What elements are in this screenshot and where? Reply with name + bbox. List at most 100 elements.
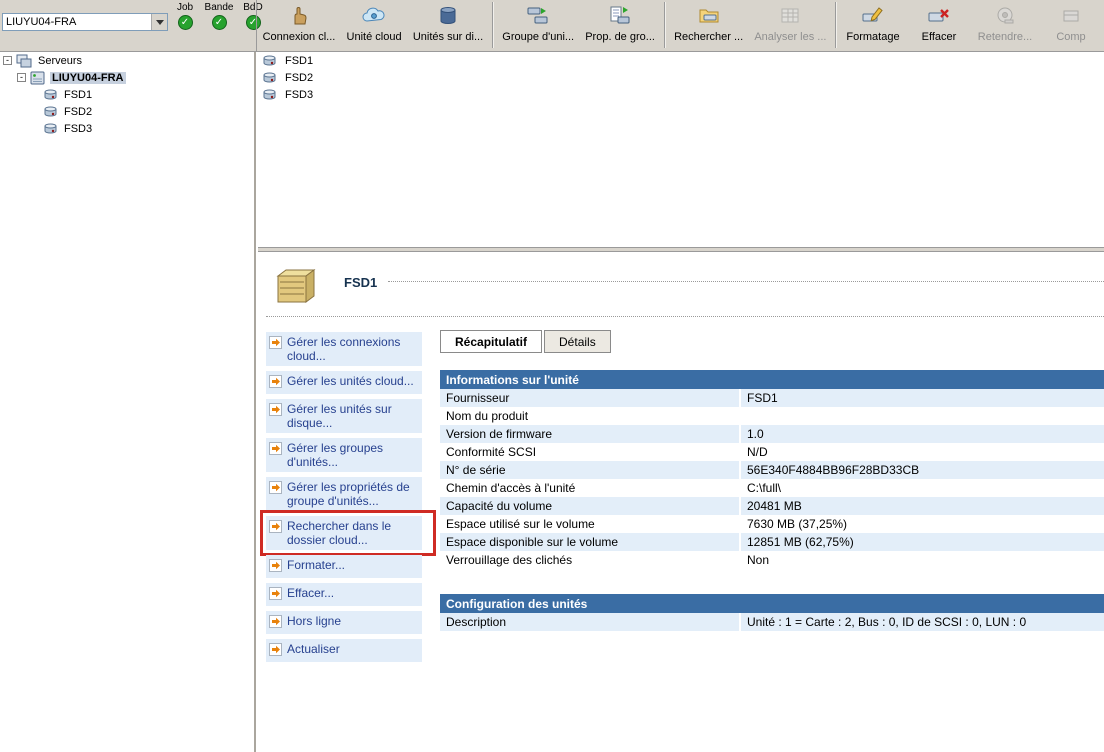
arrow-right-icon <box>269 480 282 508</box>
list-item[interactable]: FSD3 <box>258 86 1104 103</box>
status-label: Job <box>177 2 193 13</box>
arrow-right-icon <box>269 558 282 575</box>
collapse-icon[interactable]: - <box>17 73 26 82</box>
menu-item-gerer-groupes-unites[interactable]: Gérer les groupes d'unités... <box>266 438 422 472</box>
arrow-right-icon <box>269 335 282 363</box>
toolbar-button-connexion-cloud[interactable]: Connexion cl... <box>257 0 341 50</box>
row-label: Version de firmware <box>440 425 740 443</box>
arrow-right-icon <box>269 642 282 659</box>
tree-item-label: Serveurs <box>36 55 84 67</box>
row-label: Conformité SCSI <box>440 443 740 461</box>
toolbar-button-label: Unité cloud <box>347 31 402 43</box>
table-row: Capacité du volume 20481 MB <box>440 497 1104 515</box>
tree-item-server[interactable]: - LIUYU04-FRA <box>0 69 254 86</box>
tree-item-device[interactable]: FSD2 <box>0 103 254 120</box>
group-properties-icon <box>608 3 632 29</box>
menu-item-rechercher-dossier-cloud[interactable]: Rechercher dans le dossier cloud... <box>266 516 422 550</box>
drive-icon <box>262 54 277 67</box>
toolbar-button-formatage[interactable]: Formatage <box>840 0 906 50</box>
menu-item-actualiser[interactable]: Actualiser <box>266 639 422 662</box>
row-value: Non <box>740 551 1104 569</box>
compress-icon <box>1059 3 1083 29</box>
status-ok-icon: ✓ <box>178 15 193 30</box>
drive-icon <box>262 71 277 84</box>
engine-status-group: Job ✓ Bande ✓ BdD ✓ <box>172 2 266 30</box>
toolbar-separator <box>664 2 666 48</box>
server-combobox[interactable] <box>2 13 168 31</box>
tree-item-serveurs[interactable]: - Serveurs <box>0 52 254 69</box>
row-value: 56E340F4884BB96F28BD33CB <box>740 461 1104 479</box>
dotted-separator <box>266 316 1104 317</box>
toolbar: Connexion cl... Unité cloud Unités sur d… <box>256 0 1104 52</box>
toolbar-button-groupe-unites[interactable]: Groupe d'uni... <box>497 0 580 50</box>
drive-icon <box>262 88 277 101</box>
toolbar-separator <box>835 2 837 48</box>
menu-item-gerer-unites-disque[interactable]: Gérer les unités sur disque... <box>266 399 422 433</box>
server-combo-input[interactable] <box>3 14 151 30</box>
server-icon <box>30 71 46 85</box>
dotted-separator <box>388 281 1104 282</box>
toolbar-button-prop-groupe[interactable]: Prop. de gro... <box>580 0 661 50</box>
row-label: Description <box>440 613 740 631</box>
toolbar-button-unites-disque[interactable]: Unités sur di... <box>407 0 488 50</box>
menu-item-label: Gérer les unités sur disque... <box>287 402 420 430</box>
collapse-icon[interactable]: - <box>3 56 12 65</box>
retension-icon <box>993 3 1017 29</box>
application-window: Job ✓ Bande ✓ BdD ✓ Connexion cl... <box>0 0 1104 752</box>
table-row: N° de série 56E340F4884BB96F28BD33CB <box>440 461 1104 479</box>
drive-icon <box>43 122 58 135</box>
toolbar-button-unite-cloud[interactable]: Unité cloud <box>341 0 407 50</box>
menu-item-hors-ligne[interactable]: Hors ligne <box>266 611 422 634</box>
section-configuration-unites: Configuration des unités Description Uni… <box>440 594 1104 631</box>
combo-dropdown-button[interactable] <box>151 14 167 30</box>
menu-item-gerer-proprietes-groupe[interactable]: Gérer les propriétés de groupe d'unités.… <box>266 477 422 511</box>
row-value: 7630 MB (37,25%) <box>740 515 1104 533</box>
list-item[interactable]: FSD2 <box>258 69 1104 86</box>
menu-item-formater[interactable]: Formater... <box>266 555 422 578</box>
section-header: Configuration des unités <box>440 594 1104 613</box>
toolbar-button-label: Effacer <box>922 31 957 43</box>
menu-item-label: Hors ligne <box>287 614 341 631</box>
row-label: Nom du produit <box>440 407 740 425</box>
drive-icon <box>43 88 58 101</box>
table-row: Conformité SCSI N/D <box>440 443 1104 461</box>
toolbar-button-effacer[interactable]: Effacer <box>906 0 972 50</box>
toolbar-button-rechercher[interactable]: Rechercher ... <box>669 0 749 50</box>
tree-item-label: FSD3 <box>62 123 94 135</box>
menu-item-label: Gérer les groupes d'unités... <box>287 441 420 469</box>
arrow-right-icon <box>269 374 282 391</box>
status-bande: Bande ✓ <box>206 2 232 30</box>
tree-item-device[interactable]: FSD1 <box>0 86 254 103</box>
device-list-panel: FSD1 FSD2 FSD3 <box>258 52 1104 247</box>
list-item-label: FSD1 <box>285 55 313 67</box>
details-tabs: Récapitulatif Détails <box>440 330 613 353</box>
erase-icon <box>927 3 951 29</box>
menu-item-label: Actualiser <box>287 642 340 659</box>
row-label: Chemin d'accès à l'unité <box>440 479 740 497</box>
list-item[interactable]: FSD1 <box>258 52 1104 69</box>
toolbar-separator <box>492 2 494 48</box>
status-label: Bande <box>205 2 234 13</box>
menu-item-label: Gérer les connexions cloud... <box>287 335 420 363</box>
drive-icon <box>43 105 58 118</box>
table-row: Version de firmware 1.0 <box>440 425 1104 443</box>
menu-item-label: Gérer les unités cloud... <box>287 374 414 391</box>
top-bar: Job ✓ Bande ✓ BdD ✓ Connexion cl... <box>0 0 1104 52</box>
row-value: FSD1 <box>740 389 1104 407</box>
menu-item-gerer-unites-cloud[interactable]: Gérer les unités cloud... <box>266 371 422 394</box>
menu-item-label: Formater... <box>287 558 345 575</box>
menu-item-gerer-connexions-cloud[interactable]: Gérer les connexions cloud... <box>266 332 422 366</box>
tab-details[interactable]: Détails <box>544 330 611 353</box>
server-combo-area: Job ✓ Bande ✓ BdD ✓ <box>0 0 256 52</box>
task-menu: Gérer les connexions cloud... Gérer les … <box>266 332 422 667</box>
section-informations-unite: Informations sur l'unité Fournisseur FSD… <box>440 370 1104 569</box>
row-value: 12851 MB (62,75%) <box>740 533 1104 551</box>
arrow-right-icon <box>269 586 282 603</box>
tree-item-label: FSD1 <box>62 89 94 101</box>
menu-item-effacer[interactable]: Effacer... <box>266 583 422 606</box>
row-value: C:\full\ <box>740 479 1104 497</box>
tree-item-device[interactable]: FSD3 <box>0 120 254 137</box>
tab-recapitulatif[interactable]: Récapitulatif <box>440 330 542 353</box>
cloud-device-icon <box>362 3 386 29</box>
table-row: Description Unité : 1 = Carte : 2, Bus :… <box>440 613 1104 631</box>
